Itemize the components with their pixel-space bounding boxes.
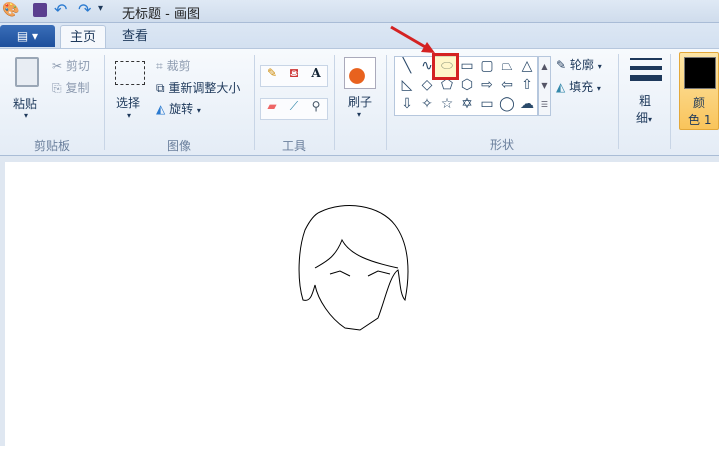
resize-icon: ⧉ bbox=[156, 81, 165, 95]
brushes-button[interactable]: 刷子 ▾ bbox=[342, 55, 378, 125]
cut-button[interactable]: ✂ 剪切 bbox=[52, 57, 90, 74]
scissors-icon: ✂ bbox=[52, 59, 63, 73]
fill-bucket-icon: ◭ bbox=[556, 80, 566, 94]
text-icon[interactable]: A bbox=[305, 66, 327, 86]
paste-label: 粘贴 bbox=[13, 97, 38, 111]
image-group-label: 图像 bbox=[166, 139, 191, 153]
gallery-scrollbar[interactable]: ▲ ▼ ☰ bbox=[538, 56, 551, 116]
select-button[interactable]: 选择 ▾ bbox=[112, 57, 148, 127]
shape-11[interactable]: ⇨ bbox=[477, 76, 497, 95]
pencil-icon[interactable]: ✎ bbox=[261, 66, 283, 86]
tools-group-label: 工具 bbox=[281, 139, 306, 153]
copy-label: 复制 bbox=[65, 81, 90, 95]
tab-row: ▤ ▾ 主页 查看 bbox=[0, 23, 719, 49]
color-picker-icon[interactable]: ⟋ bbox=[283, 99, 305, 119]
window-title: 无标题 - 画图 bbox=[122, 7, 200, 22]
shape-18[interactable]: ▭ bbox=[477, 95, 497, 114]
tab-view[interactable]: 查看 bbox=[112, 25, 158, 49]
crop-button[interactable]: ⌗ 裁剪 bbox=[156, 57, 191, 74]
selection-icon bbox=[115, 61, 145, 85]
expand-gallery-icon[interactable]: ☰ bbox=[539, 95, 550, 114]
shape-6[interactable]: △ bbox=[517, 57, 537, 76]
face-drawing bbox=[298, 205, 409, 331]
annotation-arrow bbox=[390, 25, 435, 53]
paste-button[interactable]: 粘贴 ▾ bbox=[10, 53, 50, 123]
fill-button[interactable]: ◭ 填充 ▾ bbox=[556, 78, 601, 95]
color-1-swatch bbox=[684, 57, 716, 89]
shape-15[interactable]: ✧ bbox=[417, 95, 437, 114]
color-1-label: 颜 bbox=[693, 96, 706, 110]
divider bbox=[618, 54, 619, 149]
shape-17[interactable]: ✡ bbox=[457, 95, 477, 114]
color-1-label-2: 色 1 bbox=[688, 113, 712, 127]
drawing-canvas[interactable] bbox=[5, 162, 719, 446]
chevron-down-icon: ▾ bbox=[357, 110, 362, 119]
tab-home[interactable]: 主页 bbox=[60, 25, 106, 49]
outline-icon: ✎ bbox=[556, 58, 567, 72]
shape-3[interactable]: ▭ bbox=[457, 57, 477, 76]
size-line bbox=[630, 66, 662, 70]
cut-label: 剪切 bbox=[65, 59, 90, 73]
divider bbox=[670, 54, 671, 149]
clipboard-icon bbox=[15, 57, 39, 87]
save-icon[interactable] bbox=[33, 3, 47, 17]
resize-button[interactable]: ⧉ 重新调整大小 bbox=[156, 79, 240, 96]
shape-12[interactable]: ⇦ bbox=[497, 76, 517, 95]
shape-20[interactable]: ☁ bbox=[517, 95, 537, 114]
tools-row-2: ▰ ⟋ ⚲ bbox=[260, 98, 328, 120]
divider bbox=[254, 55, 255, 150]
shape-14[interactable]: ⇩ bbox=[397, 95, 417, 114]
outline-label: 轮廓 bbox=[569, 58, 594, 72]
file-menu-button[interactable]: ▤ ▾ bbox=[0, 25, 55, 47]
shape-13[interactable]: ⇧ bbox=[517, 76, 537, 95]
shapes-group-label: 形状 bbox=[489, 138, 514, 152]
redo-icon[interactable]: ↷ bbox=[78, 0, 91, 19]
crop-icon: ⌗ bbox=[156, 59, 163, 73]
eraser-icon[interactable]: ▰ bbox=[261, 99, 283, 119]
shapes-gallery: ╲∿⬭▭▢⏢△◺◇⬠⬡⇨⇦⇧⇩✧☆✡▭◯☁ bbox=[394, 56, 538, 116]
shape-4[interactable]: ▢ bbox=[477, 57, 497, 76]
select-label: 选择 bbox=[116, 96, 141, 110]
chevron-down-icon: ▾ bbox=[596, 84, 601, 93]
resize-label: 重新调整大小 bbox=[168, 81, 241, 95]
copy-icon: ⎘ bbox=[52, 81, 62, 95]
shape-10[interactable]: ⬡ bbox=[457, 76, 477, 95]
shape-19[interactable]: ◯ bbox=[497, 95, 517, 114]
brush-icon bbox=[344, 57, 376, 89]
color-1-button[interactable]: 颜 色 1 bbox=[679, 52, 719, 130]
customize-quick-access-icon[interactable]: ▾ bbox=[98, 3, 103, 14]
size-line bbox=[630, 75, 662, 81]
rotate-button[interactable]: ◭ 旋转 ▾ bbox=[156, 100, 201, 117]
outline-button[interactable]: ✎ 轮廓 ▾ bbox=[556, 56, 602, 73]
scroll-down-icon[interactable]: ▼ bbox=[539, 76, 550, 95]
rotate-icon: ◭ bbox=[156, 102, 166, 116]
brushes-label: 刷子 bbox=[348, 95, 373, 109]
chevron-down-icon: ▾ bbox=[196, 106, 201, 115]
shape-16[interactable]: ☆ bbox=[437, 95, 457, 114]
tools-row-1: ✎ ⛾ A bbox=[260, 65, 328, 87]
magnifier-icon[interactable]: ⚲ bbox=[305, 99, 327, 119]
divider bbox=[334, 55, 335, 150]
shape-7[interactable]: ◺ bbox=[397, 76, 417, 95]
fill-icon[interactable]: ⛾ bbox=[283, 66, 305, 86]
size-label-2: 细▾ bbox=[636, 111, 653, 125]
shape-5[interactable]: ⏢ bbox=[497, 57, 517, 76]
chevron-down-icon: ▾ bbox=[597, 62, 602, 71]
rotate-label: 旋转 bbox=[169, 102, 194, 116]
size-label: 粗 bbox=[639, 94, 652, 108]
crop-label: 裁剪 bbox=[166, 59, 191, 73]
divider bbox=[104, 55, 105, 150]
size-icon bbox=[630, 58, 662, 60]
paint-app-icon[interactable]: 🎨 bbox=[2, 2, 19, 18]
undo-icon[interactable]: ↶ bbox=[54, 0, 67, 19]
scroll-up-icon[interactable]: ▲ bbox=[539, 57, 550, 76]
fill-label: 填充 bbox=[569, 80, 594, 94]
size-label: 细 bbox=[636, 111, 649, 125]
chevron-down-icon: ▾ bbox=[127, 111, 132, 120]
size-button[interactable]: 粗 细▾ bbox=[628, 56, 664, 126]
clipboard-group-label: 剪贴板 bbox=[33, 139, 70, 153]
copy-button[interactable]: ⎘ 复制 bbox=[52, 79, 89, 96]
chevron-down-icon: ▾ bbox=[24, 111, 29, 120]
title-bar: 🎨 ↶ ↷ ▾ 无标题 - 画图 bbox=[0, 0, 719, 23]
